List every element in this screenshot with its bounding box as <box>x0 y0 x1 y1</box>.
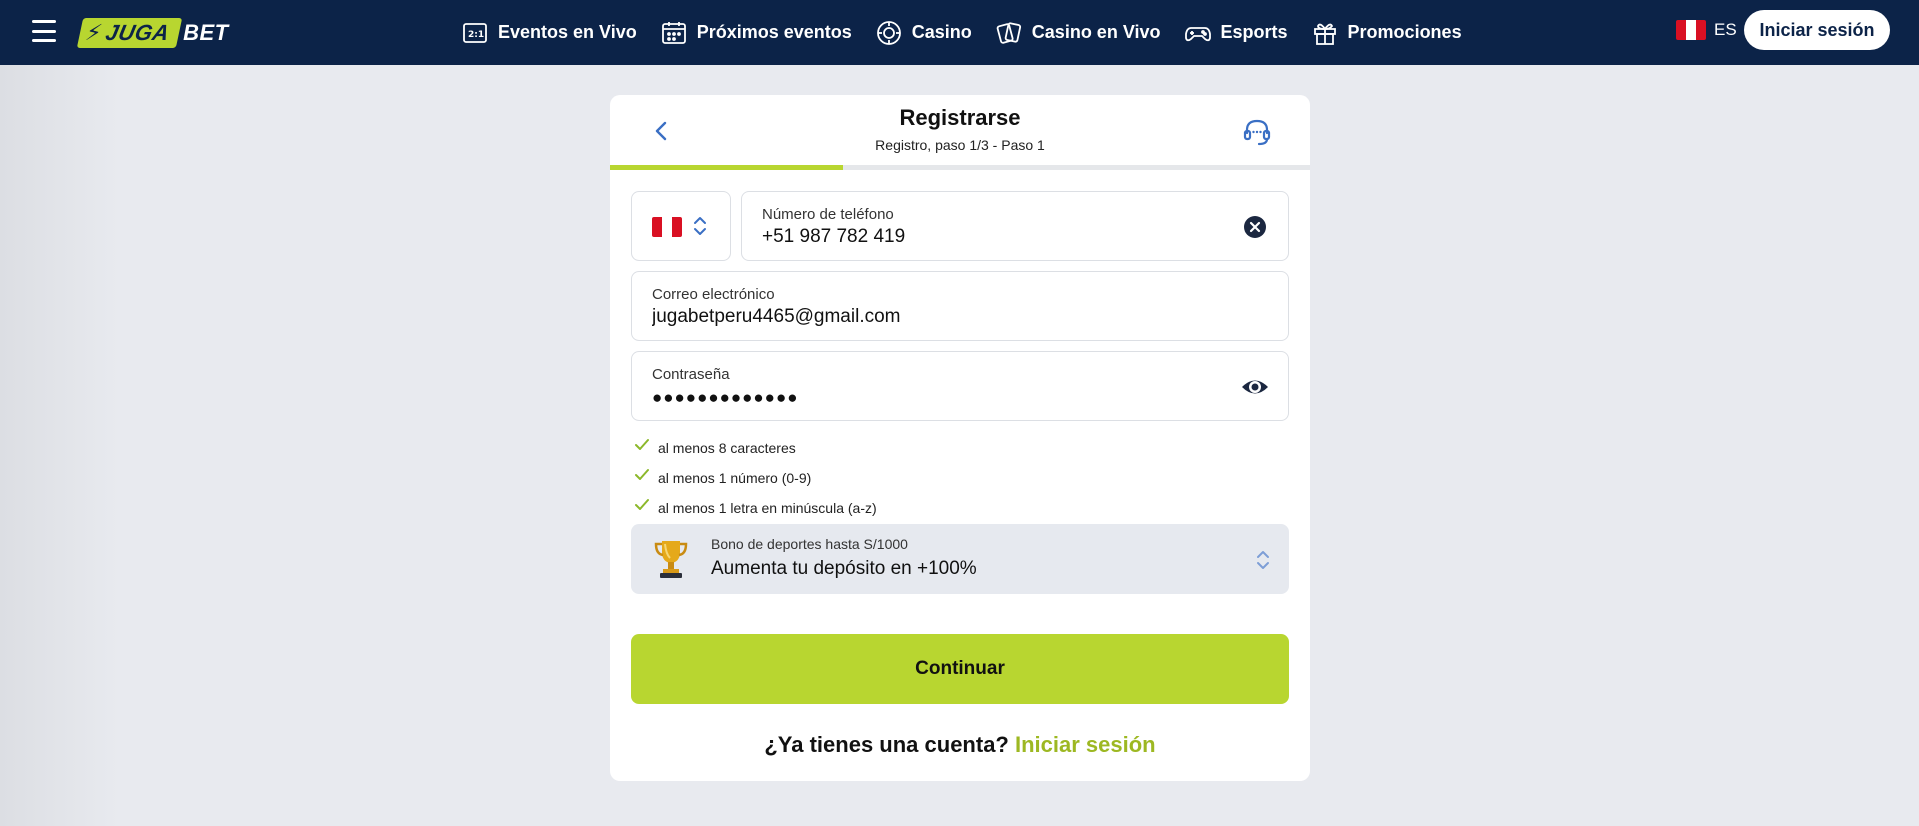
rule-min-length: al menos 8 caracteres <box>634 433 877 463</box>
nav-label: Casino en Vivo <box>1031 22 1161 42</box>
rule-number: al menos 1 número (0-9) <box>634 463 877 493</box>
eye-icon[interactable] <box>1240 374 1270 400</box>
nav-item-esports[interactable]: Esports <box>1184 20 1288 46</box>
phone-label: Número de teléfono <box>762 206 894 223</box>
step-progress-fill <box>610 165 844 170</box>
nav-label: Próximos eventos <box>696 22 852 42</box>
jugabet-logo[interactable]: ⚡ JUGA BET <box>76 18 229 48</box>
peru-flag-icon <box>1676 20 1706 40</box>
nav-item-live-events[interactable]: 2:1 Eventos en Vivo <box>462 20 637 46</box>
language-selector[interactable]: ES <box>1676 20 1737 40</box>
rule-text: al menos 8 caracteres <box>658 440 796 456</box>
rule-text: al menos 1 número (0-9) <box>658 470 812 486</box>
nav-item-promotions[interactable]: Promociones <box>1312 20 1462 46</box>
logo-text-juga: JUGA <box>103 20 172 45</box>
peru-flag-icon <box>652 217 682 237</box>
nav-label: Esports <box>1220 22 1288 42</box>
trophy-icon <box>654 541 688 578</box>
step-subtitle: Registro, paso 1/3 - Paso 1 <box>875 137 1045 153</box>
logo-text-bet: BET <box>183 20 229 45</box>
casino-chip-icon <box>876 20 901 45</box>
check-icon <box>635 439 649 450</box>
gamepad-icon <box>1184 26 1211 41</box>
nav-item-live-casino[interactable]: Casino en Vivo <box>996 20 1161 46</box>
rule-lowercase: al menos 1 letra en minúscula (a-z) <box>634 493 877 523</box>
email-label: Correo electrónico <box>652 286 775 303</box>
password-rules: al menos 8 caracteres al menos 1 número … <box>634 433 877 523</box>
cards-icon <box>996 21 1021 44</box>
phone-field: Número de teléfono <box>741 191 1289 261</box>
login-link[interactable]: Iniciar sesión <box>1015 732 1156 757</box>
header-login-button[interactable]: Iniciar sesión <box>1744 10 1890 50</box>
nav-label: Promociones <box>1347 22 1462 42</box>
bolt-icon: ⚡ <box>83 20 105 45</box>
support-headset-icon[interactable] <box>1242 117 1272 147</box>
phone-input[interactable] <box>762 226 1242 248</box>
bonus-selector[interactable]: Bono de deportes hasta S/1000 Aumenta tu… <box>631 524 1289 594</box>
live-events-icon: 2:1 <box>463 22 487 43</box>
main-nav: 2:1 Eventos en Vivo Próximos eventos Cas… <box>462 0 1462 65</box>
email-field: Correo electrónico <box>631 271 1289 341</box>
continue-button[interactable]: Continuar <box>631 634 1289 704</box>
card-header: Registrarse Registro, paso 1/3 - Paso 1 <box>610 95 1310 165</box>
password-field: Contraseña ●●●●●●●●●●●●● <box>631 351 1289 421</box>
chevron-up-down-icon <box>1257 551 1269 569</box>
check-icon <box>635 469 649 480</box>
bonus-value: Aumenta tu depósito en +100% <box>711 558 977 579</box>
login-prompt-text: ¿Ya tienes una cuenta? <box>764 732 1009 757</box>
page-side-shade <box>0 65 120 826</box>
calendar-icon <box>661 21 686 44</box>
top-header: ⚡ JUGA BET 2:1 Eventos en Vivo Próximos … <box>0 0 1919 65</box>
nav-label: Casino <box>911 22 972 42</box>
page-title: Registrarse <box>899 105 1021 130</box>
clear-icon[interactable] <box>1242 214 1268 240</box>
password-label: Contraseña <box>652 366 730 383</box>
password-input[interactable]: ●●●●●●●●●●●●● <box>652 388 1132 408</box>
check-icon <box>635 499 649 510</box>
language-code: ES <box>1714 20 1737 39</box>
svg-text:2:1: 2:1 <box>468 30 484 40</box>
registration-card: Registrarse Registro, paso 1/3 - Paso 1 … <box>610 95 1310 781</box>
nav-item-casino[interactable]: Casino <box>876 20 972 46</box>
country-code-selector[interactable] <box>631 191 731 261</box>
nav-item-upcoming-events[interactable]: Próximos eventos <box>661 20 852 46</box>
rule-text: al menos 1 letra en minúscula (a-z) <box>658 500 877 516</box>
nav-label: Eventos en Vivo <box>498 22 637 42</box>
menu-icon[interactable] <box>32 20 58 42</box>
gift-icon <box>1313 23 1336 45</box>
email-input[interactable] <box>652 306 1252 328</box>
step-progress-bar <box>610 165 1310 170</box>
chevron-up-down-icon <box>694 217 706 235</box>
login-prompt: ¿Ya tienes una cuenta? Iniciar sesión <box>610 732 1310 758</box>
logo-juga-box: ⚡ JUGA <box>76 18 183 48</box>
bonus-label: Bono de deportes hasta S/1000 <box>711 536 908 552</box>
